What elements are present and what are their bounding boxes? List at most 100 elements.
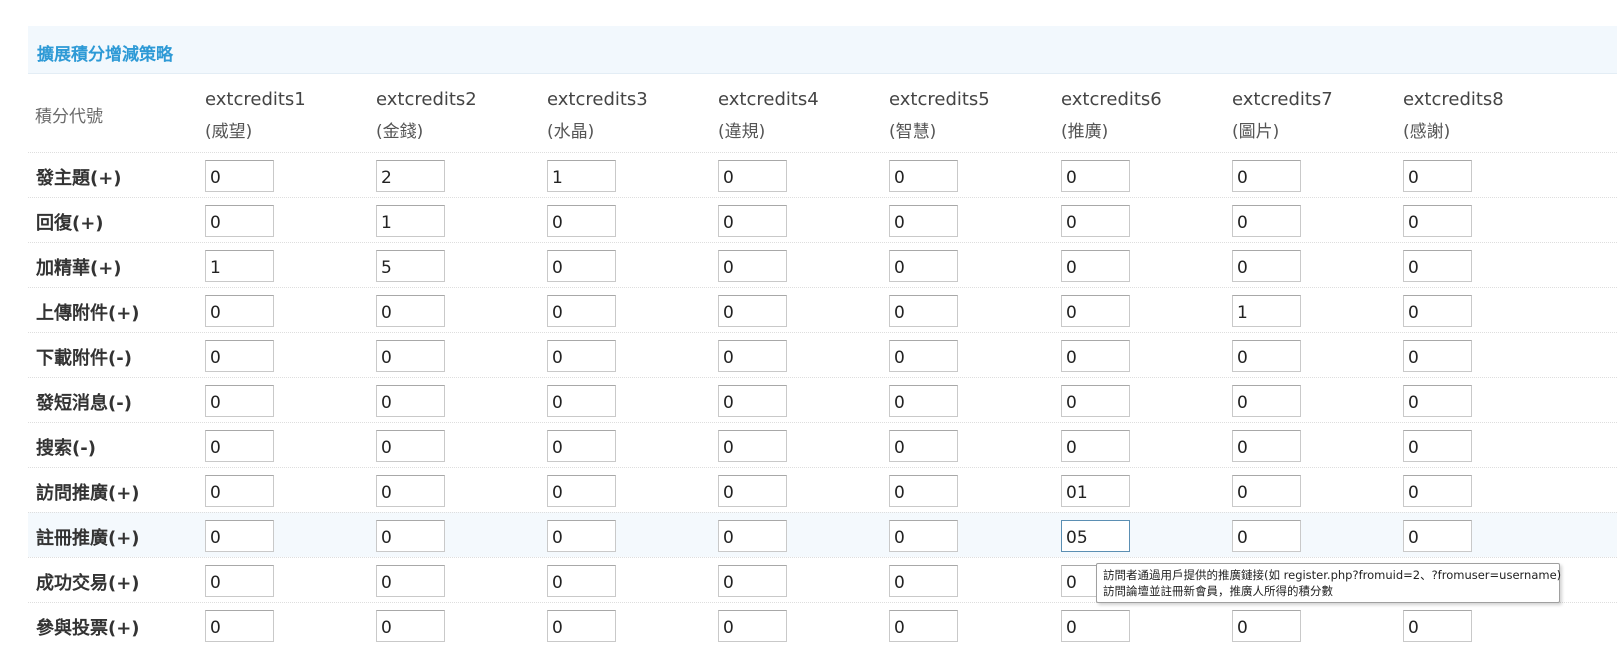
credit-value-input[interactable] — [1232, 430, 1301, 462]
credit-value-input[interactable] — [889, 340, 958, 372]
credit-value-input[interactable] — [718, 385, 787, 417]
credit-value-input[interactable] — [547, 520, 616, 552]
credit-value-input[interactable] — [718, 340, 787, 372]
column-credit-name: (違規) — [718, 122, 766, 142]
credit-value-input[interactable] — [1232, 160, 1301, 192]
credit-value-input[interactable] — [1061, 295, 1130, 327]
credit-value-input[interactable] — [376, 610, 445, 642]
credit-value-input[interactable] — [718, 610, 787, 642]
credit-value-input[interactable] — [889, 205, 958, 237]
credit-value-input[interactable] — [718, 205, 787, 237]
credit-value-input[interactable] — [718, 295, 787, 327]
credit-value-input[interactable] — [1403, 610, 1472, 642]
credit-value-input[interactable] — [205, 430, 274, 462]
credit-value-input[interactable] — [376, 475, 445, 507]
credit-value-input[interactable] — [205, 610, 274, 642]
column-credit-name: (感謝) — [1403, 122, 1451, 142]
credit-value-input[interactable] — [1061, 610, 1130, 642]
panel-header: 擴展積分增減策略 — [28, 26, 1617, 74]
credit-value-input[interactable] — [376, 385, 445, 417]
credit-value-input[interactable] — [547, 205, 616, 237]
credit-value-input[interactable] — [1232, 385, 1301, 417]
credit-value-input[interactable] — [1061, 430, 1130, 462]
credit-value-input[interactable] — [376, 520, 445, 552]
credit-value-input[interactable] — [376, 565, 445, 597]
column-header-6: extcredits6 (推廣) — [1061, 88, 1221, 144]
credit-value-input[interactable] — [547, 385, 616, 417]
credit-value-input[interactable] — [1232, 475, 1301, 507]
credit-value-input[interactable] — [1232, 610, 1301, 642]
credit-value-input[interactable] — [1232, 205, 1301, 237]
credit-value-input[interactable] — [1232, 340, 1301, 372]
credit-value-input[interactable] — [205, 250, 274, 282]
credit-value-input[interactable] — [1061, 340, 1130, 372]
credit-value-input[interactable] — [1232, 295, 1301, 327]
credit-value-input[interactable] — [1403, 250, 1472, 282]
credit-value-input[interactable] — [547, 610, 616, 642]
credit-value-input[interactable] — [205, 295, 274, 327]
credit-value-input[interactable] — [205, 205, 274, 237]
table-row: 搜索(-) — [28, 422, 1617, 467]
credit-value-input[interactable] — [1403, 295, 1472, 327]
credit-value-input[interactable] — [1061, 205, 1130, 237]
credit-value-input[interactable] — [889, 610, 958, 642]
credit-value-input[interactable] — [1403, 430, 1472, 462]
credit-value-input[interactable] — [376, 205, 445, 237]
credit-value-input[interactable] — [547, 565, 616, 597]
credit-value-input[interactable] — [376, 295, 445, 327]
credit-value-input[interactable] — [376, 160, 445, 192]
credit-value-input[interactable] — [718, 475, 787, 507]
credit-value-input[interactable] — [889, 475, 958, 507]
column-credit-name: (水晶) — [547, 122, 595, 142]
credit-value-input[interactable] — [1403, 520, 1472, 552]
tooltip-line-1: 訪問者通過用戶提供的推廣鏈接(如 register.php?fromuid=2、… — [1103, 568, 1562, 582]
credit-value-input[interactable] — [1403, 385, 1472, 417]
credit-value-input[interactable] — [205, 475, 274, 507]
credit-value-input[interactable] — [718, 520, 787, 552]
credit-value-input[interactable] — [718, 430, 787, 462]
credit-value-input[interactable] — [547, 475, 616, 507]
column-header-2: extcredits2 (金錢) — [376, 88, 536, 144]
credit-value-input[interactable] — [205, 385, 274, 417]
credit-value-input[interactable] — [547, 430, 616, 462]
credit-value-input[interactable] — [376, 250, 445, 282]
column-code: extcredits3 — [547, 89, 648, 110]
credit-value-input[interactable] — [205, 565, 274, 597]
row-label: 下載附件(-) — [36, 348, 132, 369]
credit-value-input[interactable] — [1061, 385, 1130, 417]
credit-value-input[interactable] — [718, 565, 787, 597]
column-code: extcredits4 — [718, 89, 819, 110]
table-row: 回復(+) — [28, 197, 1617, 242]
credit-value-input[interactable] — [547, 160, 616, 192]
credit-value-input[interactable] — [1232, 250, 1301, 282]
credit-value-input[interactable] — [1061, 250, 1130, 282]
credit-value-input[interactable] — [1403, 475, 1472, 507]
credit-value-input[interactable] — [889, 565, 958, 597]
credit-value-input[interactable] — [547, 340, 616, 372]
panel-title: 擴展積分增減策略 — [37, 45, 173, 65]
credit-value-input[interactable] — [205, 160, 274, 192]
credit-value-input[interactable] — [205, 340, 274, 372]
credit-value-input[interactable] — [376, 340, 445, 372]
credit-value-input[interactable] — [1403, 340, 1472, 372]
credit-value-input[interactable] — [1061, 520, 1130, 552]
credit-value-input[interactable] — [205, 520, 274, 552]
credit-value-input[interactable] — [718, 160, 787, 192]
credit-value-input[interactable] — [1403, 160, 1472, 192]
credit-value-input[interactable] — [1232, 520, 1301, 552]
credit-value-input[interactable] — [1403, 205, 1472, 237]
credit-value-input[interactable] — [889, 160, 958, 192]
table-row: 註冊推廣(+) — [28, 512, 1617, 557]
credit-value-input[interactable] — [889, 385, 958, 417]
credit-value-input[interactable] — [889, 520, 958, 552]
column-code: extcredits6 — [1061, 89, 1162, 110]
credit-value-input[interactable] — [889, 250, 958, 282]
credit-value-input[interactable] — [889, 430, 958, 462]
credit-value-input[interactable] — [376, 430, 445, 462]
credit-value-input[interactable] — [718, 250, 787, 282]
credit-value-input[interactable] — [547, 250, 616, 282]
credit-value-input[interactable] — [1061, 160, 1130, 192]
credit-value-input[interactable] — [889, 295, 958, 327]
credit-value-input[interactable] — [547, 295, 616, 327]
credit-value-input[interactable] — [1061, 475, 1130, 507]
